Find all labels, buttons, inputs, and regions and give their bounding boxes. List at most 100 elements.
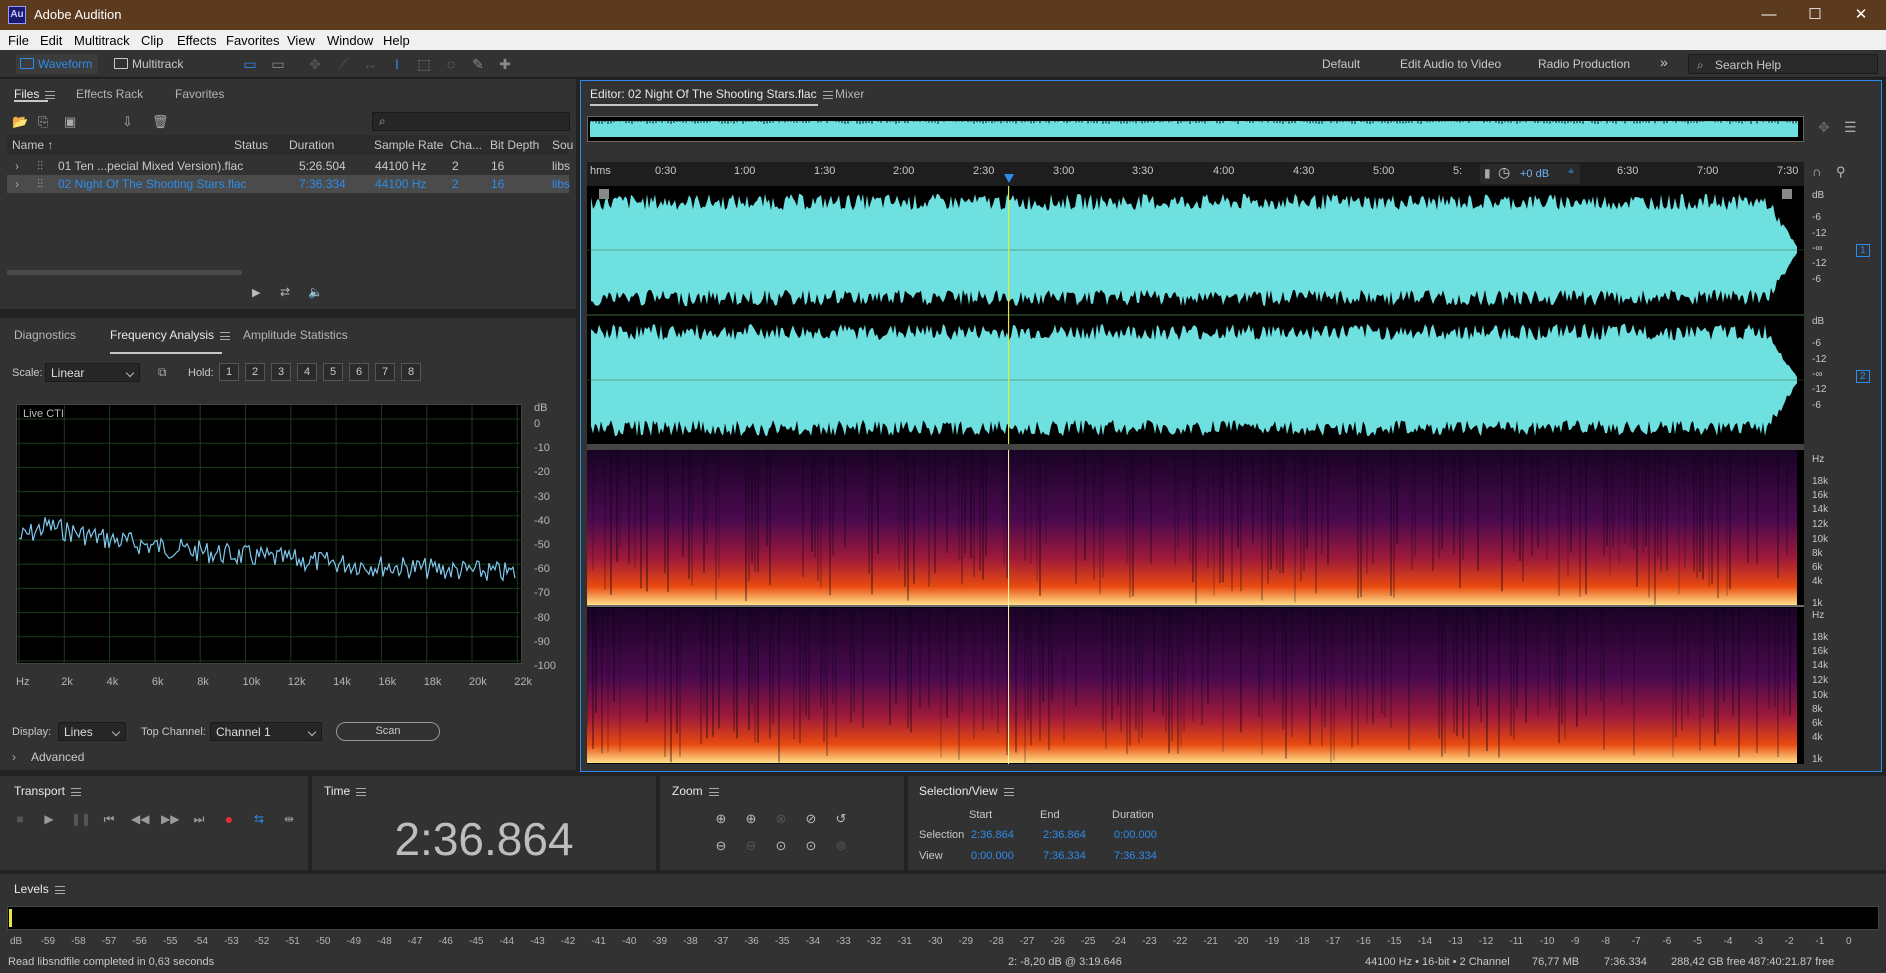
panel-menu-icon[interactable] — [45, 90, 56, 99]
col-duration[interactable]: Duration — [289, 138, 334, 152]
skip-to-end-button[interactable]: ⏭ — [191, 811, 207, 827]
import-file-icon[interactable]: ⎘ — [38, 114, 48, 130]
zoom-out-time-icon[interactable]: ⊖ — [742, 837, 760, 855]
multitrack-mode-button[interactable]: Multitrack — [110, 54, 189, 74]
spectral-display-icon[interactable]: ▭ — [242, 56, 258, 72]
scale-select[interactable]: Linear — [45, 363, 140, 382]
menu-multitrack[interactable]: Multitrack — [74, 33, 130, 48]
new-file-icon[interactable]: ▣ — [64, 114, 76, 130]
zoom-reset-icon[interactable]: ↺ — [832, 810, 850, 828]
volume-knob-icon[interactable]: ◷ — [1498, 164, 1510, 181]
zoom-out-point-icon[interactable]: ⊙ — [802, 837, 820, 855]
panel-menu-icon[interactable] — [220, 331, 231, 340]
tab-frequency-analysis[interactable]: Frequency Analysis — [110, 328, 231, 342]
marquee-tool-icon[interactable]: ⬚ — [416, 56, 432, 72]
panel-menu-icon[interactable] — [70, 787, 81, 796]
skip-to-start-button[interactable]: ⏮ — [101, 811, 117, 827]
expand-icon[interactable]: › — [15, 159, 19, 173]
col-sample-rate[interactable]: Sample Rate — [374, 138, 443, 152]
fade-out-handle[interactable] — [1782, 189, 1792, 199]
time-selection-tool-icon[interactable]: I — [389, 56, 405, 72]
hold-button-1[interactable]: 1 — [219, 363, 239, 381]
menu-view[interactable]: View — [287, 33, 315, 48]
tab-files[interactable]: Files — [14, 87, 56, 101]
view-end-field[interactable]: 7:36.334 — [1043, 850, 1086, 862]
zoom-in-point-icon[interactable]: ⊙ — [772, 837, 790, 855]
tab-effects-rack[interactable]: Effects Rack — [76, 87, 143, 101]
col-name[interactable]: Name ↑ — [12, 138, 53, 152]
view-start-field[interactable]: 0:00.000 — [971, 850, 1014, 862]
tab-mixer[interactable]: Mixer — [835, 87, 864, 101]
spectral-pitch-icon[interactable]: ▭ — [270, 56, 286, 72]
insert-into-multitrack-icon[interactable]: ⇩ — [122, 114, 133, 130]
close-button[interactable]: ✕ — [1838, 0, 1884, 30]
col-source[interactable]: Sou — [552, 138, 573, 152]
menu-file[interactable]: File — [8, 33, 29, 48]
tab-amplitude-statistics[interactable]: Amplitude Statistics — [243, 328, 348, 342]
hold-button-6[interactable]: 6 — [349, 363, 369, 381]
panel-menu-icon[interactable] — [822, 90, 833, 99]
zoom-selected-tracks-icon[interactable]: ⊚ — [832, 837, 850, 855]
tab-editor[interactable]: Editor: 02 Night Of The Shooting Stars.f… — [590, 87, 833, 101]
channel-2-badge[interactable]: 2 — [1856, 370, 1870, 383]
zoom-out-amplitude-icon[interactable]: ⊖ — [712, 837, 730, 855]
skip-selection-button[interactable]: ⇹ — [281, 811, 297, 827]
minimize-button[interactable]: — — [1746, 0, 1792, 30]
auto-play-icon[interactable]: 🔈 — [308, 285, 323, 299]
preview-play-icon[interactable]: ▶ — [252, 286, 260, 299]
hud-volume[interactable]: ▮ ◷ +0 dB ⌖ — [1480, 164, 1580, 184]
advanced-toggle[interactable]: Advanced — [31, 750, 84, 764]
advanced-settings-icon[interactable]: ⧉ — [158, 365, 167, 380]
menu-clip[interactable]: Clip — [141, 33, 163, 48]
search-help-field[interactable]: ⌕ Search Help — [1688, 54, 1878, 74]
brush-tool-icon[interactable]: ✎ — [470, 56, 486, 72]
channel-1-badge[interactable]: 1 — [1856, 244, 1870, 257]
top-channel-select[interactable]: Channel 1 — [210, 722, 322, 741]
waveform-display[interactable] — [587, 186, 1804, 444]
more-workspaces-button[interactable]: » — [1660, 54, 1668, 70]
tab-favorites[interactable]: Favorites — [175, 87, 224, 101]
workspace-default[interactable]: Default — [1322, 57, 1360, 71]
selection-duration-field[interactable]: 0:00.000 — [1114, 829, 1157, 841]
loop-button[interactable]: ⇆ — [251, 811, 267, 827]
open-file-icon[interactable]: 📂 — [12, 114, 28, 130]
hold-button-3[interactable]: 3 — [271, 363, 291, 381]
hold-button-7[interactable]: 7 — [375, 363, 395, 381]
menu-edit[interactable]: Edit — [40, 33, 62, 48]
col-bit-depth[interactable]: Bit Depth — [490, 138, 539, 152]
channel-layout-icon[interactable]: ☰ — [1844, 119, 1857, 136]
delete-file-icon[interactable]: 🗑 — [152, 114, 169, 130]
snap-icon[interactable]: ∩ — [1812, 164, 1821, 179]
menu-effects[interactable]: Effects — [177, 33, 217, 48]
zoom-out-full-icon[interactable]: ⊗ — [772, 810, 790, 828]
fast-forward-button[interactable]: ▶▶ — [161, 811, 179, 827]
zoom-in-amplitude-icon[interactable]: ⊕ — [712, 810, 730, 828]
hold-button-5[interactable]: 5 — [323, 363, 343, 381]
panel-menu-icon[interactable] — [708, 787, 719, 796]
maximize-button[interactable]: ☐ — [1792, 0, 1838, 30]
selection-start-field[interactable]: 2:36.864 — [971, 829, 1014, 841]
tab-diagnostics[interactable]: Diagnostics — [14, 328, 76, 342]
waveform-mode-button[interactable]: Waveform — [16, 54, 99, 74]
menu-favorites[interactable]: Favorites — [226, 33, 279, 48]
menu-help[interactable]: Help — [383, 33, 410, 48]
col-channels[interactable]: Cha... — [450, 138, 482, 152]
panel-menu-icon[interactable] — [356, 787, 367, 796]
play-button[interactable]: ▶ — [41, 811, 57, 827]
overview-navigator[interactable] — [587, 116, 1804, 142]
advanced-chevron-icon[interactable]: › — [12, 750, 16, 764]
spot-healing-tool-icon[interactable]: ✚ — [497, 56, 513, 72]
move-tool-icon[interactable]: ✥ — [307, 56, 323, 72]
col-status[interactable]: Status — [234, 138, 268, 152]
view-duration-field[interactable]: 7:36.334 — [1114, 850, 1157, 862]
slip-tool-icon[interactable]: ↔ — [362, 56, 378, 72]
workspace-radio-production[interactable]: Radio Production — [1538, 57, 1630, 71]
panel-menu-icon[interactable] — [1003, 787, 1014, 796]
zoom-in-time-icon[interactable]: ⊕ — [742, 810, 760, 828]
zoom-to-selection-icon[interactable]: ⊘ — [802, 810, 820, 828]
files-search-input[interactable]: ⌕ — [372, 112, 570, 131]
workspace-edit-audio-to-video[interactable]: Edit Audio to Video — [1400, 57, 1501, 71]
record-button[interactable]: ● — [221, 811, 237, 827]
fade-in-handle[interactable] — [599, 189, 609, 199]
spectral-display[interactable] — [587, 450, 1804, 764]
